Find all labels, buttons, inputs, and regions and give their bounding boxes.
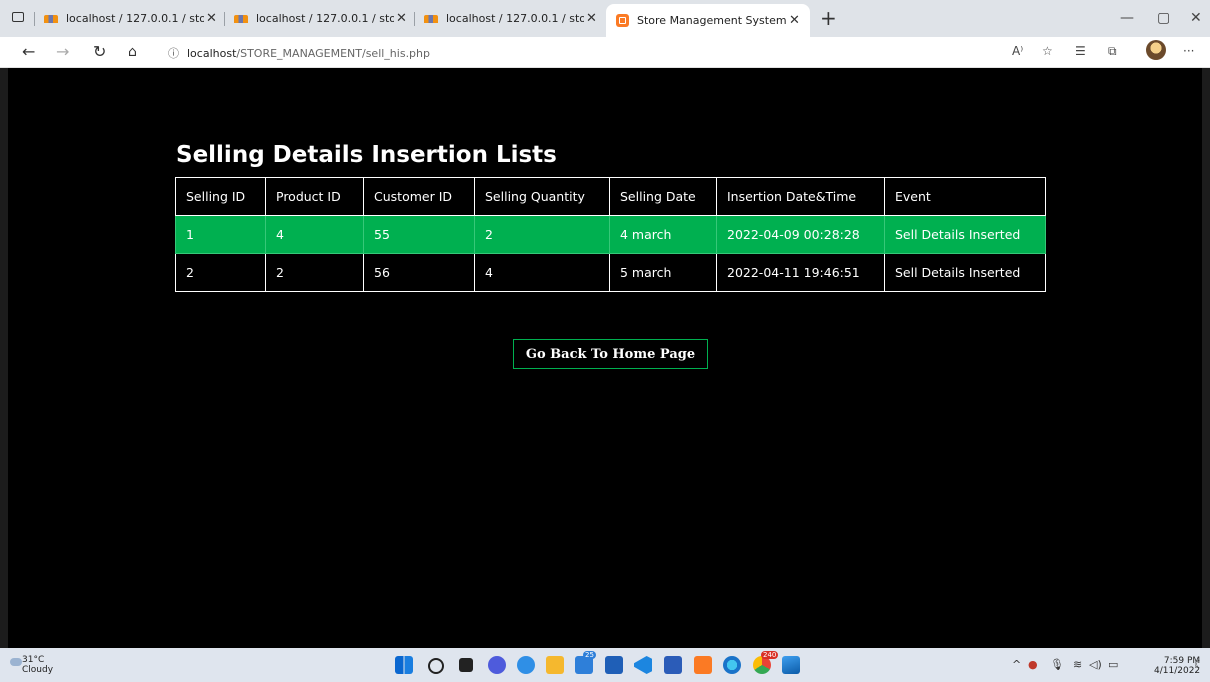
table-row: 1 4 55 2 4 march 2022-04-09 00:28:28 Sel… [175, 215, 1046, 254]
cloud-icon [10, 658, 22, 666]
minimize-icon[interactable]: — [1120, 10, 1134, 26]
table-cell: 2022-04-09 00:28:28 [716, 215, 885, 254]
table-cell: 56 [363, 253, 475, 292]
phpmyadmin-icon [424, 14, 438, 23]
profile-avatar[interactable] [1146, 40, 1166, 60]
tab-separator [224, 12, 225, 26]
url-host: localhost [187, 47, 237, 60]
task-view-icon[interactable] [459, 658, 473, 672]
close-icon[interactable]: ✕ [206, 11, 217, 26]
table-cell: 2 [265, 253, 364, 292]
tab-store-management[interactable]: Store Management System ✕ [606, 4, 810, 37]
widgets-icon[interactable] [517, 656, 535, 674]
wifi-icon[interactable]: ≋ [1073, 658, 1082, 671]
windows-taskbar: 31°C Cloudy 25 240 ^ ● 🎙 ≋ ◁) ▭ 7:59 PM … [0, 648, 1210, 682]
chat-icon[interactable] [488, 656, 506, 674]
tab-phpmyadmin-2[interactable]: localhost / 127.0.0.1 / store_man ✕ [224, 4, 414, 33]
tab-separator [414, 12, 415, 26]
go-back-home-button[interactable]: Go Back To Home Page [513, 339, 708, 369]
weather-desc: Cloudy [22, 665, 54, 675]
table-cell: 2022-04-11 19:46:51 [716, 253, 885, 292]
tab-title: localhost / 127.0.0.1 / store_man [446, 12, 584, 25]
close-icon[interactable]: ✕ [396, 11, 407, 26]
column-header: Event [884, 177, 1046, 216]
url-field[interactable]: ⓘ localhost/STORE_MANAGEMENT/sell_his.php [168, 45, 430, 61]
table-cell: 2 [474, 215, 610, 254]
selling-details-table: Selling ID Product ID Customer ID Sellin… [175, 177, 1046, 292]
home-icon[interactable]: ⌂ [128, 44, 137, 60]
phpmyadmin-icon [44, 14, 58, 23]
table-cell: 5 march [609, 253, 717, 292]
address-bar-row: ← → ↻ ⌂ ⓘ localhost/STORE_MANAGEMENT/sell… [0, 37, 1210, 68]
xampp-icon[interactable] [694, 656, 712, 674]
collections-icon[interactable]: ⧉ [1108, 44, 1117, 59]
notifications-icon[interactable]: ☾ [1194, 658, 1204, 671]
table-cell: 4 march [609, 215, 717, 254]
tab-title: localhost / 127.0.0.1 / store_man [256, 12, 394, 25]
word-icon[interactable] [664, 656, 682, 674]
phpmyadmin-icon [234, 14, 248, 23]
table-row: 2 2 56 4 5 march 2022-04-11 19:46:51 Sel… [175, 253, 1046, 292]
table-cell: Sell Details Inserted [884, 215, 1046, 254]
volume-icon[interactable]: ◁) [1089, 658, 1102, 671]
antivirus-icon[interactable]: ● [1028, 658, 1038, 671]
xampp-icon [616, 14, 629, 27]
table-header-row: Selling ID Product ID Customer ID Sellin… [175, 177, 1046, 216]
column-header: Selling Quantity [474, 177, 610, 216]
battery-icon[interactable]: ▭ [1108, 658, 1118, 671]
table-cell: 2 [175, 253, 266, 292]
column-header: Product ID [265, 177, 364, 216]
weather-widget[interactable]: 31°C Cloudy [10, 655, 54, 675]
tab-title: Store Management System [637, 14, 787, 27]
column-header: Insertion Date&Time [716, 177, 885, 216]
page-viewport: Selling Details Insertion Lists Selling … [8, 68, 1202, 648]
edge-icon[interactable] [723, 656, 741, 674]
table-cell: 55 [363, 215, 475, 254]
column-header: Selling ID [175, 177, 266, 216]
close-icon[interactable]: ✕ [789, 13, 800, 28]
table-cell: Sell Details Inserted [884, 253, 1046, 292]
site-info-icon[interactable]: ⓘ [168, 47, 179, 60]
browser-tab-bar: localhost / 127.0.0.1 / store_man ✕ loca… [0, 0, 1210, 37]
chrome-icon[interactable]: 240 [753, 651, 779, 674]
calculator-icon[interactable] [605, 656, 623, 674]
favorites-list-icon[interactable]: ☰ [1075, 44, 1086, 58]
favorite-icon[interactable]: ☆ [1042, 44, 1053, 58]
show-hidden-icons-icon[interactable]: ^ [1012, 658, 1021, 671]
tab-phpmyadmin-3[interactable]: localhost / 127.0.0.1 / store_man ✕ [414, 4, 604, 33]
tab-phpmyadmin-1[interactable]: localhost / 127.0.0.1 / store_man ✕ [34, 4, 224, 33]
refresh-icon[interactable]: ↻ [93, 42, 106, 61]
vscode-icon[interactable] [634, 656, 652, 674]
chrome-badge: 240 [761, 651, 779, 659]
more-icon[interactable]: ··· [1183, 44, 1194, 58]
microphone-icon[interactable]: 🎙 [1050, 658, 1064, 671]
column-header: Selling Date [609, 177, 717, 216]
forward-icon[interactable]: → [56, 42, 69, 61]
read-aloud-icon[interactable]: A⁾ [1012, 44, 1023, 58]
tab-separator [34, 12, 35, 26]
url-path: /STORE_MANAGEMENT/sell_his.php [236, 47, 430, 60]
photos-icon[interactable] [782, 656, 800, 674]
tab-title: localhost / 127.0.0.1 / store_man [66, 12, 204, 25]
table-cell: 1 [175, 215, 266, 254]
weather-temp: 31°C [22, 655, 45, 665]
store-badge: 25 [583, 651, 596, 659]
file-explorer-icon[interactable] [546, 656, 564, 674]
restore-icon[interactable]: ▢ [1157, 10, 1170, 26]
back-icon[interactable]: ← [22, 42, 35, 61]
page-title: Selling Details Insertion Lists [176, 142, 557, 168]
store-icon[interactable]: 25 [575, 651, 596, 674]
tab-actions-icon[interactable] [12, 12, 24, 22]
search-icon[interactable] [428, 658, 444, 674]
new-tab-icon[interactable]: + [820, 4, 837, 32]
window-close-icon[interactable]: ✕ [1190, 10, 1202, 26]
table-cell: 4 [265, 215, 364, 254]
start-icon[interactable] [395, 656, 413, 674]
close-icon[interactable]: ✕ [586, 11, 597, 26]
column-header: Customer ID [363, 177, 475, 216]
table-cell: 4 [474, 253, 610, 292]
